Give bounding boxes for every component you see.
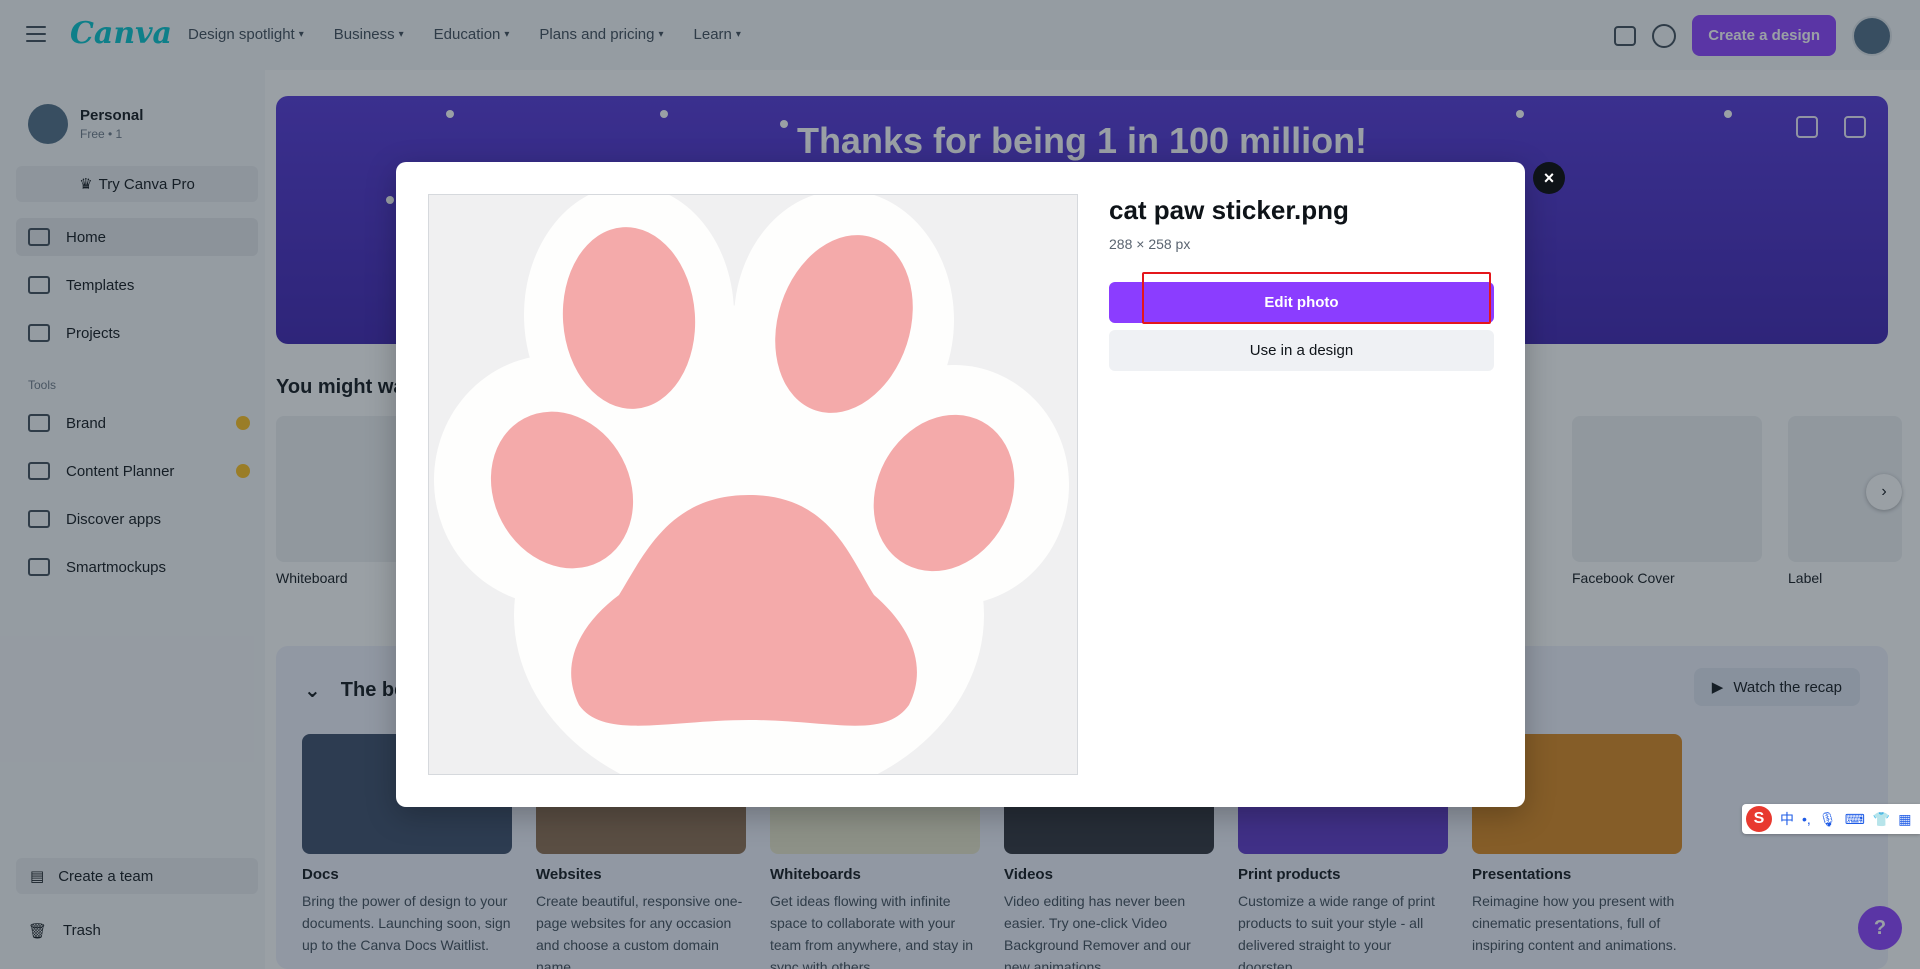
- cat-paw-image: [434, 195, 1069, 774]
- ime-language-toggle[interactable]: 中: [1780, 809, 1794, 829]
- keyboard-icon[interactable]: ⌨: [1845, 811, 1865, 828]
- image-info-panel: cat paw sticker.png 288 × 258 px Edit ph…: [1109, 194, 1494, 371]
- ime-toolbar[interactable]: S 中 •, 🎙 ⌨ 👕 ▦: [1742, 804, 1920, 834]
- ime-logo-icon[interactable]: S: [1746, 806, 1772, 832]
- use-in-design-button[interactable]: Use in a design: [1109, 330, 1494, 371]
- close-icon: ×: [1543, 167, 1555, 188]
- image-preview-modal: cat paw sticker.png 288 × 258 px Edit ph…: [396, 162, 1525, 807]
- close-modal-button[interactable]: ×: [1533, 162, 1565, 194]
- punctuation-icon[interactable]: •,: [1802, 811, 1811, 827]
- edit-photo-button[interactable]: Edit photo: [1109, 282, 1494, 323]
- apps-grid-icon[interactable]: ▦: [1898, 811, 1911, 828]
- skin-icon[interactable]: 👕: [1873, 811, 1890, 828]
- image-preview: [428, 194, 1078, 775]
- file-name: cat paw sticker.png: [1109, 195, 1349, 225]
- microphone-icon[interactable]: 🎙: [1819, 811, 1837, 828]
- file-dimensions: 288 × 258 px: [1109, 236, 1191, 252]
